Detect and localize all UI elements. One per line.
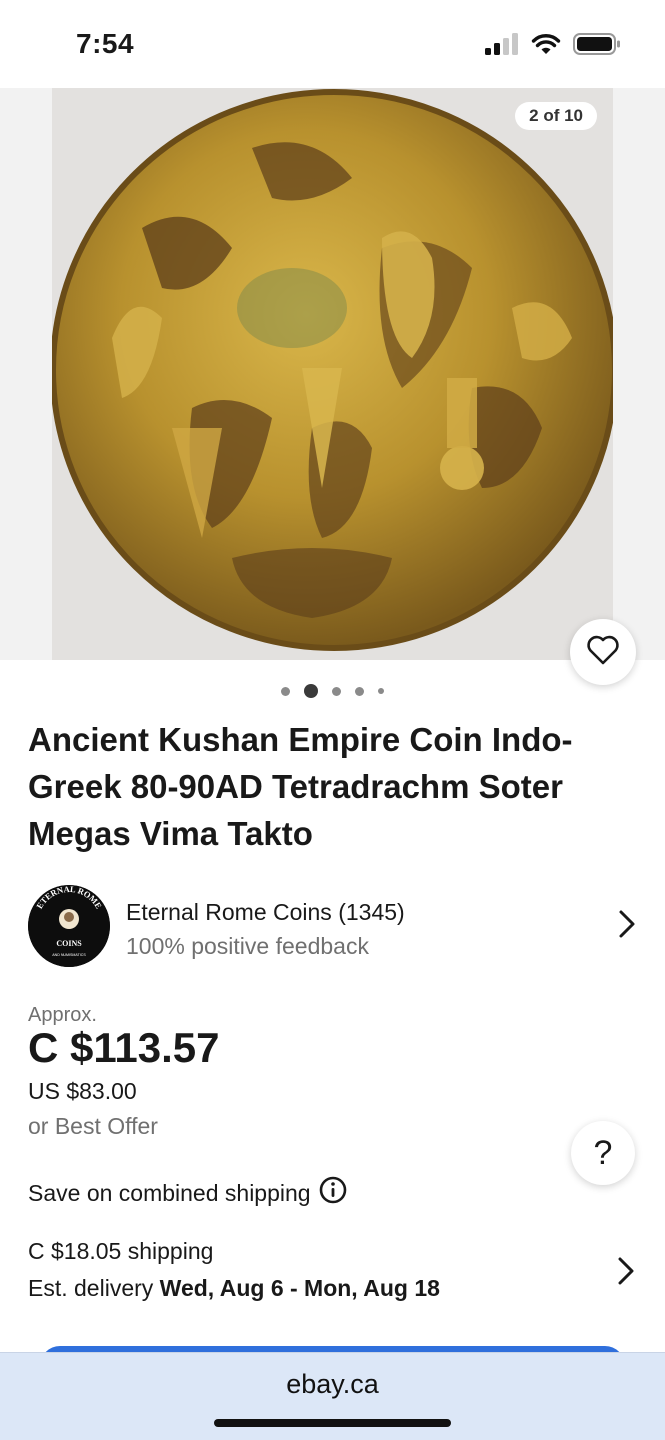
estimated-delivery: Est. delivery Wed, Aug 6 - Mon, Aug 18: [28, 1275, 440, 1302]
pagination-dot[interactable]: [332, 686, 341, 696]
pagination-dot[interactable]: [378, 688, 384, 694]
status-icons: [485, 32, 621, 61]
image-pagination-dots: [0, 684, 665, 698]
pagination-dot[interactable]: [355, 686, 364, 696]
status-bar: 7:54: [0, 0, 665, 88]
browser-url-bar[interactable]: ebay.ca: [0, 1352, 665, 1440]
seller-feedback: 100% positive feedback: [126, 933, 369, 959]
image-counter: 2 of 10: [515, 102, 597, 130]
best-offer-label: or Best Offer: [28, 1113, 158, 1139]
price-main: C $113.57: [28, 1024, 220, 1071]
seller-avatar: ETERNAL ROME COINS AND NUMISMATICS: [28, 885, 110, 967]
signal-icon: [485, 33, 519, 60]
info-icon[interactable]: [319, 1176, 347, 1210]
image-gallery[interactable]: 2 of 10: [0, 88, 665, 660]
svg-text:COINS: COINS: [56, 939, 82, 948]
seller-row[interactable]: ETERNAL ROME COINS AND NUMISMATICS Etern…: [28, 885, 638, 967]
help-button[interactable]: ?: [571, 1121, 635, 1185]
price-us: US $83.00: [28, 1078, 137, 1104]
listing-title: Ancient Kushan Empire Coin Indo-Greek 80…: [28, 721, 573, 852]
wifi-icon: [531, 33, 561, 60]
chevron-right-icon[interactable]: [618, 909, 636, 944]
url-text[interactable]: ebay.ca: [0, 1369, 665, 1400]
chevron-right-icon[interactable]: [617, 1256, 635, 1291]
seller-name[interactable]: Eternal Rome Coins (1345): [126, 899, 405, 926]
svg-text:AND NUMISMATICS: AND NUMISMATICS: [52, 953, 86, 957]
combined-shipping-label: Save on combined shipping: [28, 1179, 311, 1206]
pagination-dot[interactable]: [281, 686, 290, 696]
heart-icon: [586, 635, 620, 670]
listing-image[interactable]: 2 of 10: [52, 88, 613, 660]
coin-image: [52, 88, 613, 660]
status-time: 7:54: [76, 28, 135, 59]
watch-button[interactable]: [570, 619, 636, 685]
delivery-dates: Wed, Aug 6 - Mon, Aug 18: [159, 1275, 440, 1301]
delivery-prefix: Est. delivery: [28, 1275, 160, 1301]
combined-shipping[interactable]: Save on combined shipping: [28, 1176, 347, 1210]
battery-icon: [573, 32, 621, 61]
home-indicator: [214, 1419, 451, 1427]
shipping-cost: C $18.05 shipping: [28, 1238, 214, 1264]
question-icon: ?: [593, 1133, 613, 1172]
pagination-dot-active[interactable]: [304, 684, 318, 698]
